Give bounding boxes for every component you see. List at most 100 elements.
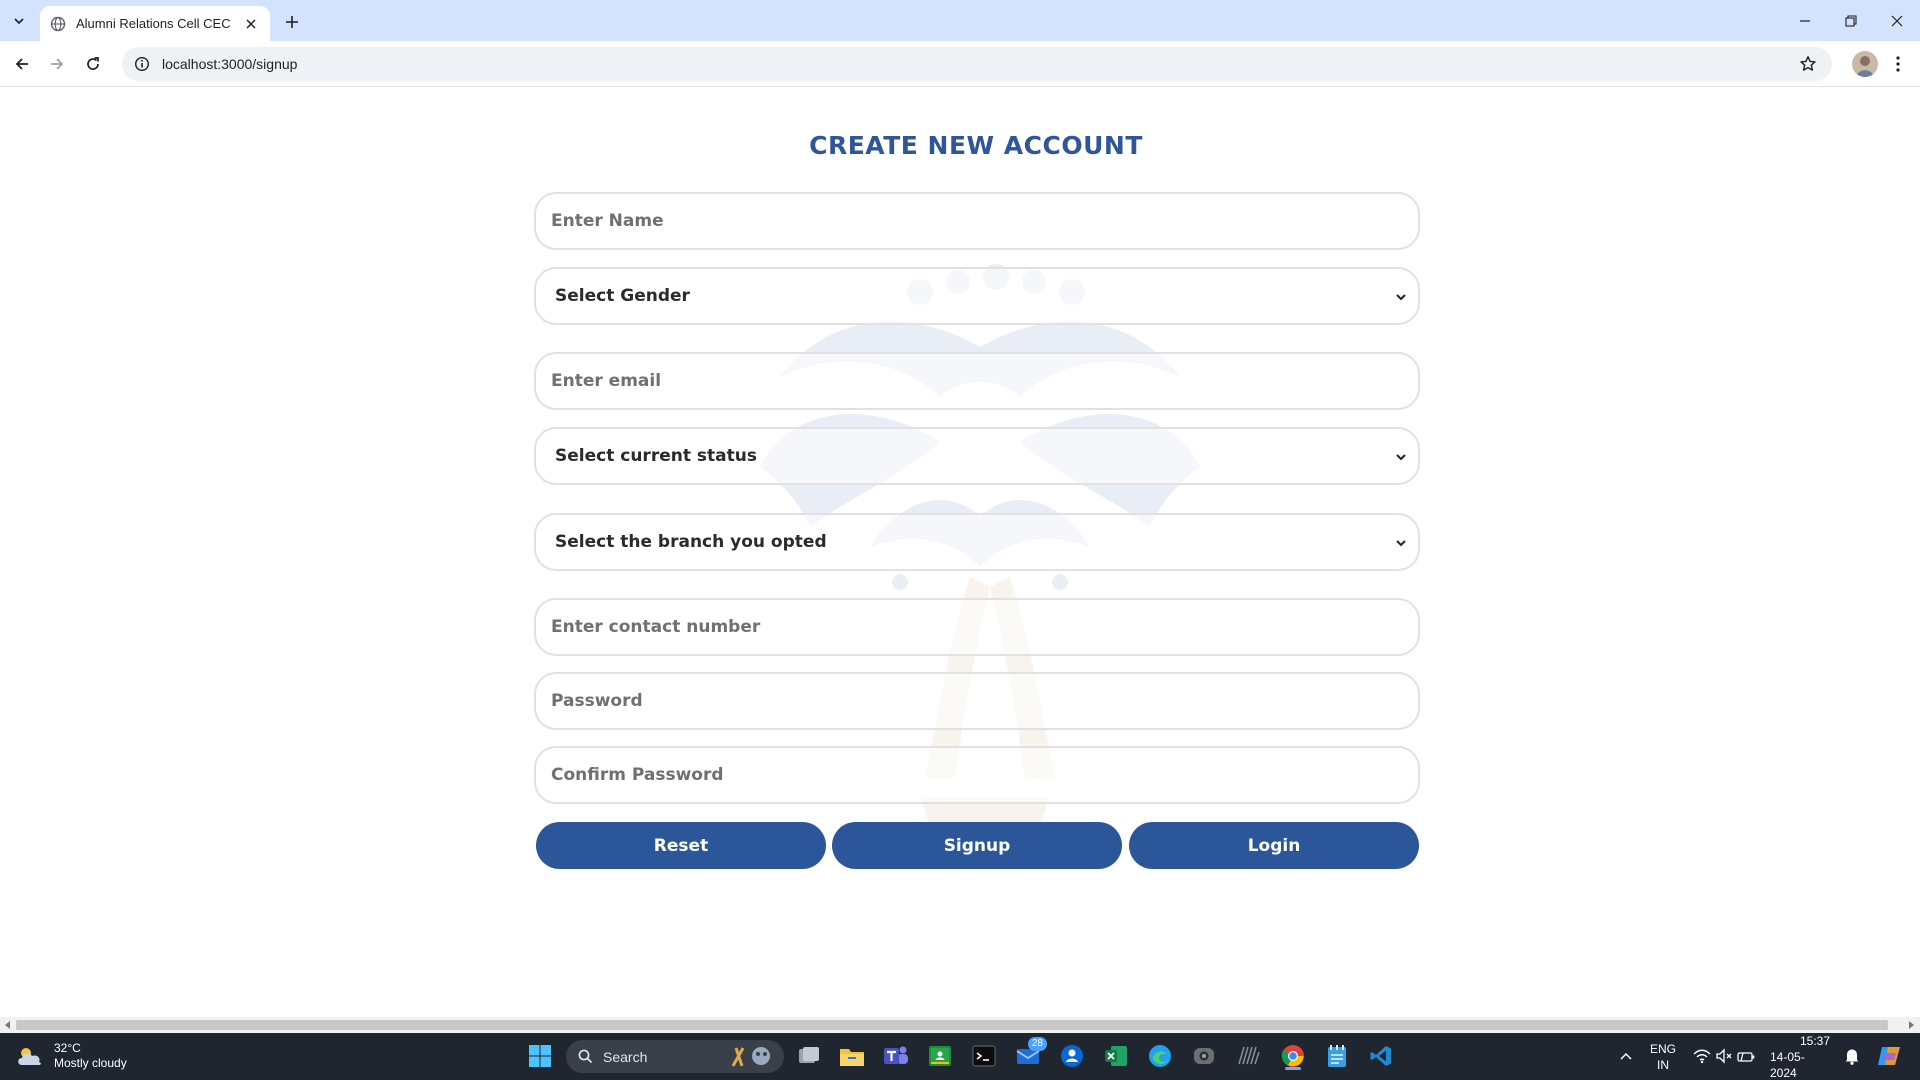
classroom-app[interactable] bbox=[925, 1041, 955, 1071]
scrollbar-thumb[interactable] bbox=[16, 1020, 1888, 1030]
language-code: ENG bbox=[1649, 1041, 1676, 1056]
wifi-icon bbox=[1693, 1049, 1711, 1064]
star-icon bbox=[1800, 56, 1816, 71]
contact-placeholder: Enter contact number bbox=[551, 617, 761, 637]
email-input[interactable]: Enter email bbox=[534, 352, 1420, 410]
close-window-button[interactable] bbox=[1874, 0, 1920, 41]
status-select-value: Select current status bbox=[555, 446, 757, 466]
clock[interactable]: 15:37 14-05-2024 bbox=[1770, 1033, 1830, 1080]
shield-person-icon bbox=[1061, 1045, 1083, 1067]
arrow-left-icon bbox=[15, 58, 28, 70]
chevron-down-icon bbox=[1396, 454, 1406, 461]
show-hidden-icons-button[interactable] bbox=[1611, 1041, 1641, 1071]
name-input[interactable]: Enter Name bbox=[534, 192, 1420, 250]
address-bar[interactable]: localhost:3000/signup bbox=[122, 47, 1832, 81]
search-label: Search bbox=[603, 1048, 648, 1065]
horizontal-scrollbar[interactable] bbox=[0, 1017, 1920, 1033]
input-language-indicator[interactable]: ENG IN bbox=[1648, 1033, 1678, 1080]
chrome-app[interactable] bbox=[1278, 1041, 1308, 1071]
reset-button-label: Reset bbox=[653, 835, 709, 856]
notifications-button[interactable] bbox=[1837, 1041, 1867, 1071]
copilot-icon bbox=[1878, 1047, 1900, 1065]
browser-tab-bar: Alumni Relations Cell CEC bbox=[0, 0, 1920, 41]
weather-widget[interactable]: 32°C Mostly cloudy bbox=[16, 1041, 127, 1071]
mail-app[interactable]: 28 bbox=[1013, 1037, 1047, 1071]
battery-icon bbox=[1737, 1052, 1755, 1062]
signup-button-label: Signup bbox=[943, 835, 1011, 856]
chevron-down-icon bbox=[1396, 294, 1406, 301]
profile-avatar[interactable] bbox=[1852, 51, 1878, 77]
branch-select[interactable]: Select the branch you opted bbox=[534, 513, 1420, 571]
active-app-indicator bbox=[1285, 1067, 1301, 1070]
status-select[interactable]: Select current status bbox=[534, 427, 1420, 485]
notepad-icon bbox=[1328, 1045, 1346, 1067]
temperature: 32°C bbox=[54, 1041, 81, 1055]
windows-logo-icon bbox=[529, 1045, 551, 1067]
active-tab[interactable]: Alumni Relations Cell CEC bbox=[40, 6, 270, 41]
restore-button[interactable] bbox=[1828, 0, 1874, 41]
chrome-icon bbox=[1281, 1045, 1304, 1067]
teams-app[interactable] bbox=[881, 1041, 911, 1071]
game-bar-app[interactable] bbox=[1189, 1041, 1219, 1071]
mail-unread-badge: 28 bbox=[1027, 1037, 1047, 1051]
password-placeholder: Password bbox=[551, 691, 643, 711]
clock-time: 15:37 bbox=[1799, 1033, 1830, 1048]
notepad-app[interactable] bbox=[1322, 1041, 1352, 1071]
vscode-app[interactable] bbox=[1366, 1041, 1396, 1071]
confirm-password-input[interactable]: Confirm Password bbox=[534, 746, 1420, 804]
back-button[interactable] bbox=[8, 50, 36, 78]
region-code: IN bbox=[1657, 1057, 1669, 1072]
contact-number-input[interactable]: Enter contact number bbox=[534, 598, 1420, 656]
site-info-icon[interactable] bbox=[134, 56, 150, 72]
tab-search-button[interactable] bbox=[6, 8, 32, 34]
search-icon bbox=[578, 1049, 593, 1064]
avatar-icon bbox=[1856, 56, 1874, 77]
excel-icon bbox=[1105, 1046, 1127, 1066]
clock-date: 14-05-2024 bbox=[1770, 1049, 1805, 1080]
chevron-down-icon bbox=[14, 18, 24, 25]
copilot-button[interactable] bbox=[1874, 1041, 1904, 1071]
password-input[interactable]: Password bbox=[534, 672, 1420, 730]
plus-icon bbox=[286, 16, 298, 28]
url-text[interactable]: localhost:3000/signup bbox=[162, 56, 297, 72]
new-tab-button[interactable] bbox=[280, 10, 304, 34]
globe-icon bbox=[50, 16, 66, 31]
reload-icon bbox=[87, 57, 99, 70]
browser-menu-button[interactable] bbox=[1886, 52, 1910, 76]
reload-button[interactable] bbox=[79, 50, 107, 78]
bell-icon bbox=[1845, 1049, 1859, 1065]
task-view-button[interactable] bbox=[794, 1041, 824, 1071]
scroll-left-icon[interactable] bbox=[3, 1020, 13, 1030]
file-explorer-app[interactable] bbox=[837, 1041, 867, 1071]
barcode-icon bbox=[1238, 1046, 1260, 1065]
quick-settings-button[interactable] bbox=[1688, 1041, 1760, 1071]
close-tab-icon[interactable] bbox=[242, 15, 260, 33]
reset-button[interactable]: Reset bbox=[536, 822, 826, 869]
close-icon bbox=[1891, 15, 1903, 26]
folder-icon bbox=[840, 1049, 864, 1066]
edge-icon bbox=[1149, 1045, 1171, 1067]
google-classroom-icon bbox=[929, 1046, 951, 1066]
scroll-right-icon[interactable] bbox=[1906, 1020, 1916, 1030]
signup-button[interactable]: Signup bbox=[832, 822, 1122, 869]
bookmark-star-button[interactable] bbox=[1798, 54, 1818, 74]
taskbar-search[interactable]: Search bbox=[566, 1040, 784, 1073]
weather-description: Mostly cloudy bbox=[54, 1056, 127, 1070]
minimize-button[interactable] bbox=[1782, 0, 1828, 41]
branch-select-value: Select the branch you opted bbox=[555, 532, 827, 552]
security-app[interactable] bbox=[1057, 1041, 1087, 1071]
start-button[interactable] bbox=[525, 1041, 555, 1071]
login-button-label: Login bbox=[1247, 835, 1301, 856]
barcode-app[interactable] bbox=[1233, 1041, 1263, 1071]
edge-app[interactable] bbox=[1145, 1041, 1175, 1071]
page-title: CREATE NEW ACCOUNT bbox=[809, 131, 1143, 160]
login-button[interactable]: Login bbox=[1129, 822, 1419, 869]
email-placeholder: Enter email bbox=[551, 371, 662, 391]
name-placeholder: Enter Name bbox=[551, 211, 664, 231]
excel-app[interactable] bbox=[1101, 1041, 1131, 1071]
forward-button[interactable] bbox=[43, 50, 71, 78]
gender-select[interactable]: Select Gender bbox=[534, 267, 1420, 325]
search-highlight-icon bbox=[731, 1047, 770, 1067]
terminal-app[interactable] bbox=[969, 1041, 999, 1071]
arrow-right-icon bbox=[51, 58, 64, 70]
